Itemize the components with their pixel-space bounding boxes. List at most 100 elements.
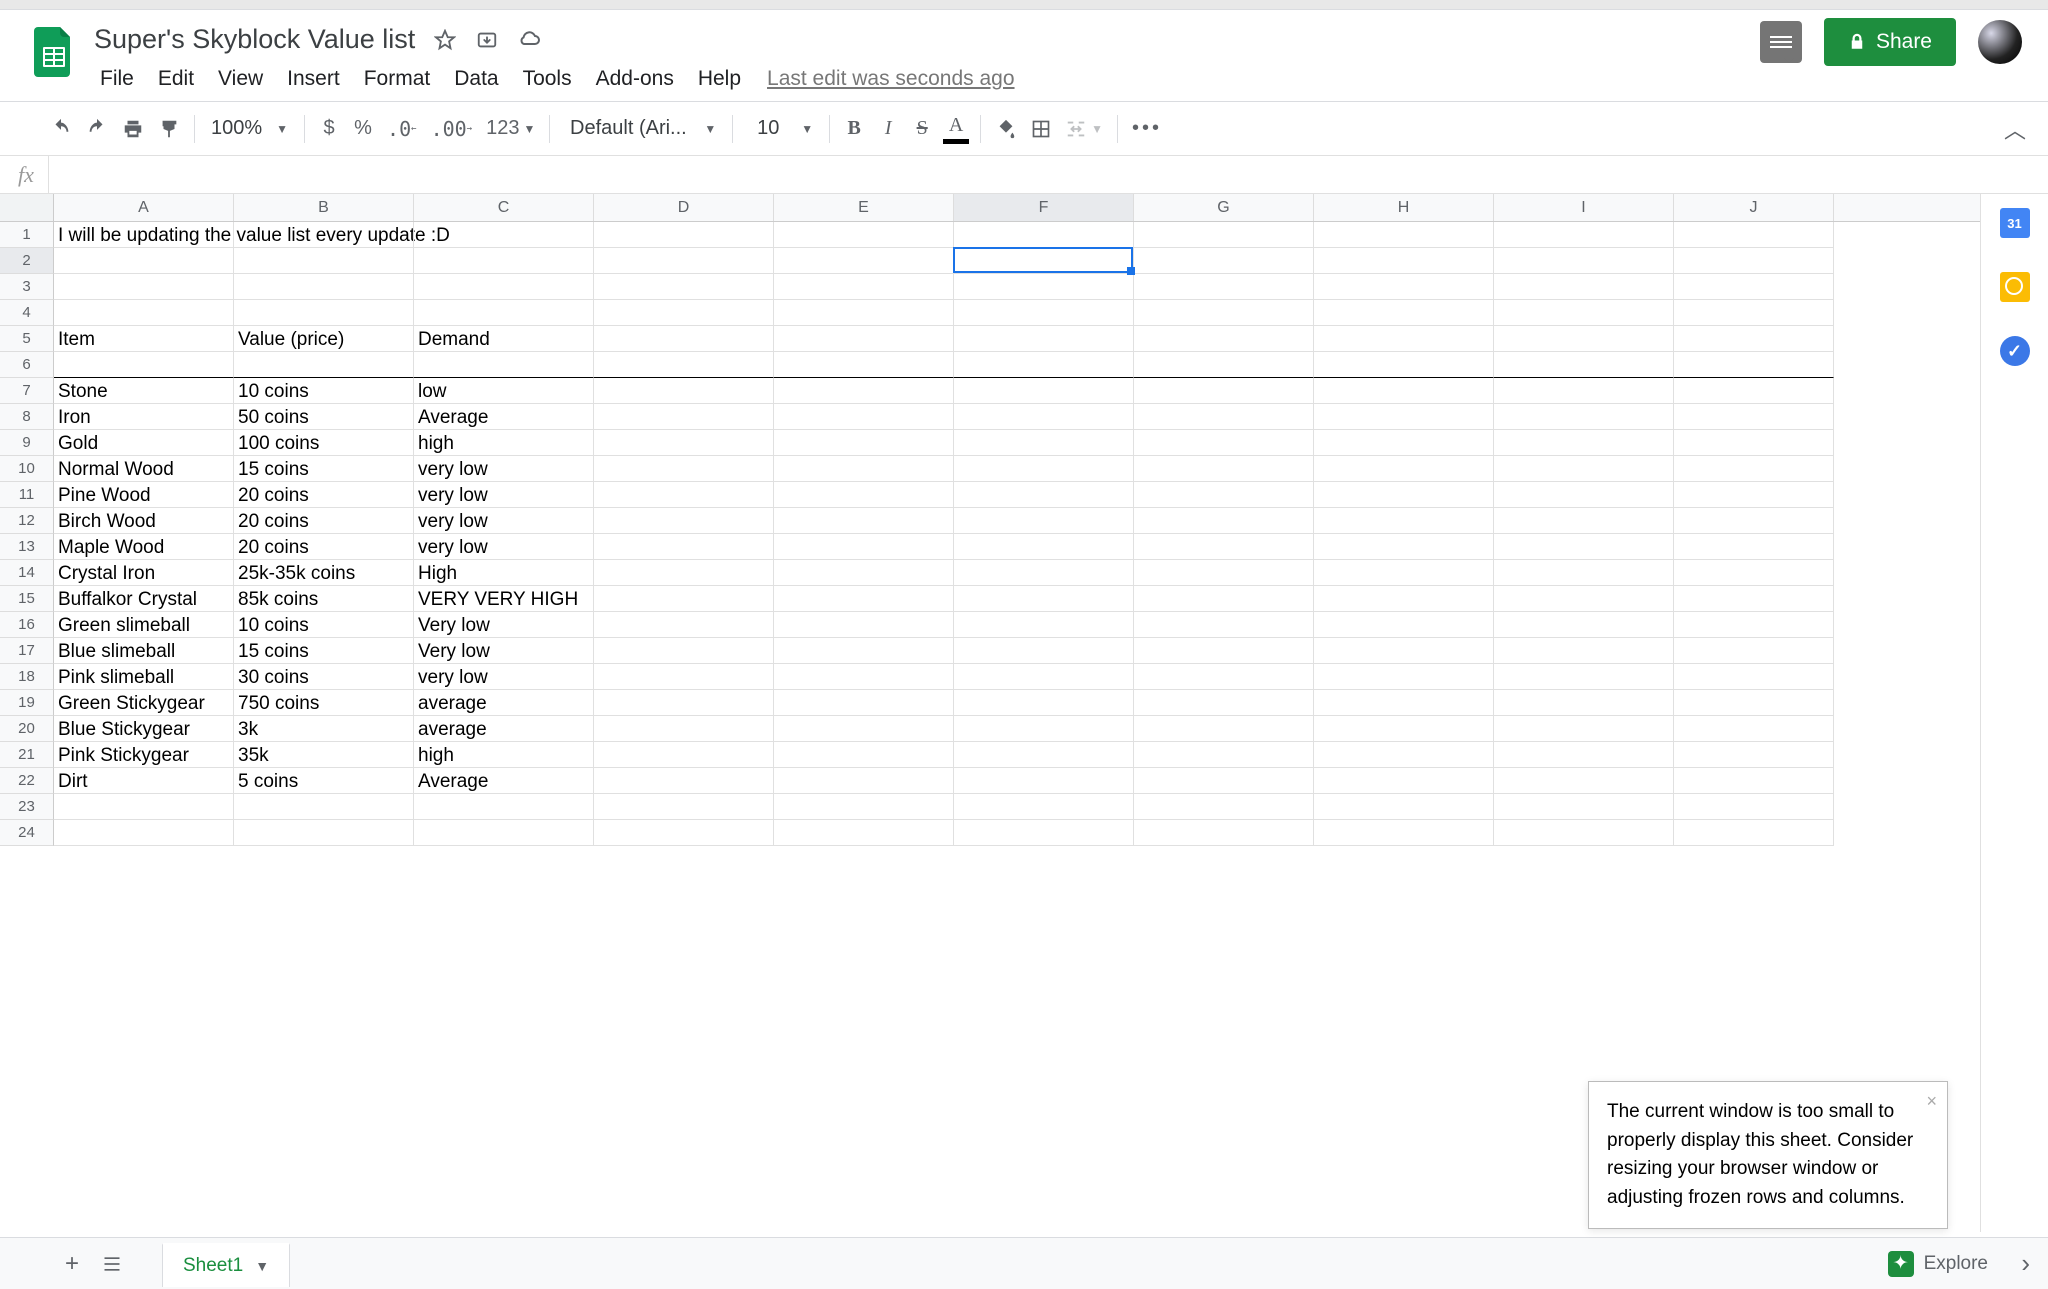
cell[interactable]: Buffalkor Crystal	[54, 586, 234, 612]
cell[interactable]: 25k-35k coins	[234, 560, 414, 586]
cell[interactable]: Green Stickygear	[54, 690, 234, 716]
cell[interactable]: Very low	[414, 638, 594, 664]
cell[interactable]: 20 coins	[234, 508, 414, 534]
cell[interactable]	[1494, 482, 1674, 508]
cell[interactable]	[594, 612, 774, 638]
cell[interactable]	[1314, 716, 1494, 742]
cell[interactable]	[1674, 248, 1834, 274]
cell[interactable]	[1314, 326, 1494, 352]
cell[interactable]	[594, 638, 774, 664]
col-header-C[interactable]: C	[414, 194, 594, 221]
cell[interactable]	[1674, 638, 1834, 664]
cell[interactable]	[1314, 248, 1494, 274]
cell[interactable]	[954, 742, 1134, 768]
cell[interactable]	[774, 378, 954, 404]
cell[interactable]: Pink slimeball	[54, 664, 234, 690]
cell[interactable]	[414, 274, 594, 300]
cell[interactable]	[594, 300, 774, 326]
cell[interactable]	[774, 404, 954, 430]
cell[interactable]	[954, 586, 1134, 612]
document-title[interactable]: Super's Skyblock Value list	[90, 22, 419, 57]
cell[interactable]	[774, 794, 954, 820]
cell[interactable]	[774, 274, 954, 300]
cell[interactable]: 10 coins	[234, 378, 414, 404]
merge-cells-button[interactable]: ▼	[1059, 111, 1109, 147]
font-size-selector[interactable]: 10	[741, 111, 795, 147]
cell[interactable]	[1314, 534, 1494, 560]
share-button[interactable]: Share	[1824, 18, 1956, 66]
cell[interactable]	[954, 794, 1134, 820]
cell[interactable]	[1134, 326, 1314, 352]
cell[interactable]	[1314, 768, 1494, 794]
cell[interactable]	[774, 638, 954, 664]
cell[interactable]: 15 coins	[234, 638, 414, 664]
cell[interactable]	[1134, 456, 1314, 482]
cell[interactable]	[594, 404, 774, 430]
cell[interactable]	[774, 716, 954, 742]
cell[interactable]	[954, 560, 1134, 586]
cell[interactable]	[54, 352, 234, 378]
cell[interactable]	[1134, 820, 1314, 846]
cell[interactable]	[1494, 586, 1674, 612]
text-color-button[interactable]: A	[940, 111, 972, 147]
cell[interactable]	[1314, 482, 1494, 508]
cell[interactable]	[954, 690, 1134, 716]
borders-button[interactable]	[1025, 111, 1057, 147]
cell[interactable]	[1674, 456, 1834, 482]
cell[interactable]: Average	[414, 404, 594, 430]
row-header[interactable]: 15	[0, 586, 54, 612]
cell[interactable]	[1314, 794, 1494, 820]
cell[interactable]	[1674, 378, 1834, 404]
cell[interactable]	[234, 274, 414, 300]
cell[interactable]	[1134, 534, 1314, 560]
cell[interactable]	[54, 300, 234, 326]
cell[interactable]	[594, 248, 774, 274]
cell[interactable]: 10 coins	[234, 612, 414, 638]
col-header-H[interactable]: H	[1314, 194, 1494, 221]
row-header[interactable]: 3	[0, 274, 54, 300]
cell[interactable]: High	[414, 560, 594, 586]
cell[interactable]	[954, 716, 1134, 742]
tasks-sidebar-icon[interactable]	[2000, 336, 2030, 366]
cell[interactable]: VERY VERY HIGH	[414, 586, 594, 612]
cell[interactable]	[1314, 404, 1494, 430]
cell[interactable]	[1674, 560, 1834, 586]
cell[interactable]	[1314, 664, 1494, 690]
cell[interactable]	[1674, 326, 1834, 352]
row-header[interactable]: 6	[0, 352, 54, 378]
star-icon[interactable]	[433, 28, 457, 52]
col-header-J[interactable]: J	[1674, 194, 1834, 221]
cell[interactable]	[774, 534, 954, 560]
cell[interactable]	[774, 482, 954, 508]
cell[interactable]	[1674, 222, 1834, 248]
cell[interactable]	[1494, 352, 1674, 378]
cell[interactable]	[1134, 378, 1314, 404]
cell[interactable]	[774, 664, 954, 690]
cell[interactable]	[234, 300, 414, 326]
cell[interactable]	[594, 274, 774, 300]
cell[interactable]	[594, 222, 774, 248]
notification-close-icon[interactable]: ×	[1926, 1088, 1937, 1115]
cell[interactable]	[774, 508, 954, 534]
cell[interactable]	[594, 820, 774, 846]
cell[interactable]	[1134, 274, 1314, 300]
cell[interactable]	[1314, 638, 1494, 664]
strikethrough-button[interactable]: S	[906, 111, 938, 147]
row-header[interactable]: 20	[0, 716, 54, 742]
cell[interactable]: 5 coins	[234, 768, 414, 794]
cell[interactable]	[414, 222, 594, 248]
cell[interactable]	[594, 690, 774, 716]
percent-button[interactable]: %	[347, 111, 379, 147]
cloud-status-icon[interactable]	[517, 28, 541, 52]
cell[interactable]	[774, 690, 954, 716]
cell[interactable]	[954, 482, 1134, 508]
cell[interactable]: 20 coins	[234, 534, 414, 560]
sheet-tab[interactable]: Sheet1▼	[162, 1243, 290, 1287]
row-header[interactable]: 19	[0, 690, 54, 716]
cell[interactable]	[594, 742, 774, 768]
row-header[interactable]: 11	[0, 482, 54, 508]
zoom-selector[interactable]: 100%▼	[203, 111, 296, 147]
cell[interactable]	[54, 794, 234, 820]
row-header[interactable]: 23	[0, 794, 54, 820]
cell[interactable]	[414, 820, 594, 846]
